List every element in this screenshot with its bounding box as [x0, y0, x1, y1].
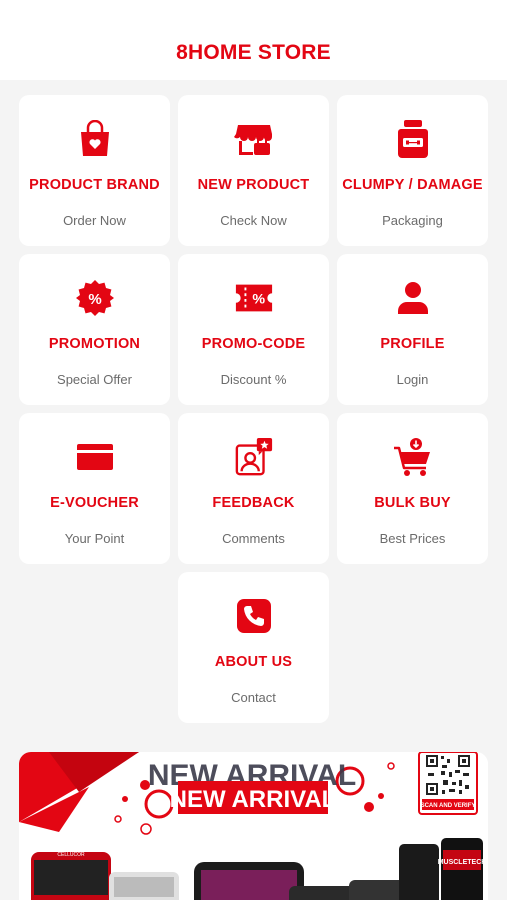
tile-title: FEEDBACK — [212, 495, 295, 511]
tile-title: PRODUCT BRAND — [29, 177, 160, 193]
tile-clumpy-damage[interactable]: CLUMPY / DAMAGE Packaging — [337, 95, 488, 246]
tile-subtitle: Your Point — [64, 531, 125, 546]
tile-feedback[interactable]: FEEDBACK Comments — [178, 413, 329, 564]
svg-text:%: % — [88, 291, 101, 308]
tile-title: ABOUT US — [214, 654, 293, 670]
tile-bulk-buy[interactable]: BULK BUY Best Prices — [337, 413, 488, 564]
shopping-bag-icon — [75, 119, 115, 159]
tile-subtitle: Best Prices — [379, 531, 446, 546]
tile-subtitle: Login — [396, 372, 429, 387]
banner-graphic: NEW ARRIVAL NEW ARRIVAL SCAN AND VERIFY — [19, 752, 488, 900]
tile-profile[interactable]: PROFILE Login — [337, 254, 488, 405]
tile-title: PROFILE — [380, 336, 445, 352]
tile-title: PROMOTION — [48, 336, 141, 352]
product-label-2: CELLUCOR — [57, 852, 85, 858]
cart-icon — [393, 437, 433, 477]
tile-promo-code[interactable]: % PROMO-CODE Discount % — [178, 254, 329, 405]
product-label: MUSCLETECH — [438, 859, 487, 866]
percent-badge-icon: % — [75, 278, 115, 318]
coupon-icon: % — [234, 278, 274, 318]
tile-subtitle: Comments — [222, 531, 285, 546]
svg-text:%: % — [252, 292, 265, 308]
tile-subtitle: Discount % — [220, 372, 287, 387]
tile-subtitle: Check Now — [220, 213, 287, 228]
tile-title: BULK BUY — [374, 495, 451, 511]
tile-promotion[interactable]: % PROMOTION Special Offer — [19, 254, 170, 405]
tile-e-voucher[interactable]: E-VOUCHER Your Point — [19, 413, 170, 564]
tile-title: NEW PRODUCT — [197, 177, 310, 193]
feedback-icon — [234, 437, 274, 477]
new-arrival-banner[interactable]: NEW ARRIVAL NEW ARRIVAL SCAN AND VERIFY — [19, 752, 488, 900]
page-title: 8HOME STORE — [176, 41, 331, 64]
person-icon — [393, 278, 433, 318]
card-icon — [75, 437, 115, 477]
tile-title: CLUMPY / DAMAGE — [342, 177, 483, 193]
tile-subtitle: Contact — [231, 690, 276, 705]
banner-headline: NEW ARRIVAL — [170, 786, 337, 813]
tile-new-product[interactable]: NEW PRODUCT Check Now — [178, 95, 329, 246]
supplement-jar-icon — [393, 119, 433, 159]
tile-about-us[interactable]: ABOUT US Contact — [178, 572, 329, 723]
phone-icon — [234, 596, 274, 636]
tile-subtitle: Special Offer — [57, 372, 132, 387]
store-icon — [233, 119, 274, 159]
tile-subtitle: Order Now — [63, 213, 126, 228]
tile-title: PROMO-CODE — [201, 336, 306, 352]
app-header: 8HOME STORE — [0, 0, 507, 80]
tile-title: E-VOUCHER — [50, 495, 139, 511]
qr-caption: SCAN AND VERIFY — [421, 803, 476, 809]
tile-product-brand[interactable]: PRODUCT BRAND Order Now — [19, 95, 170, 246]
tile-subtitle: Packaging — [382, 213, 443, 228]
